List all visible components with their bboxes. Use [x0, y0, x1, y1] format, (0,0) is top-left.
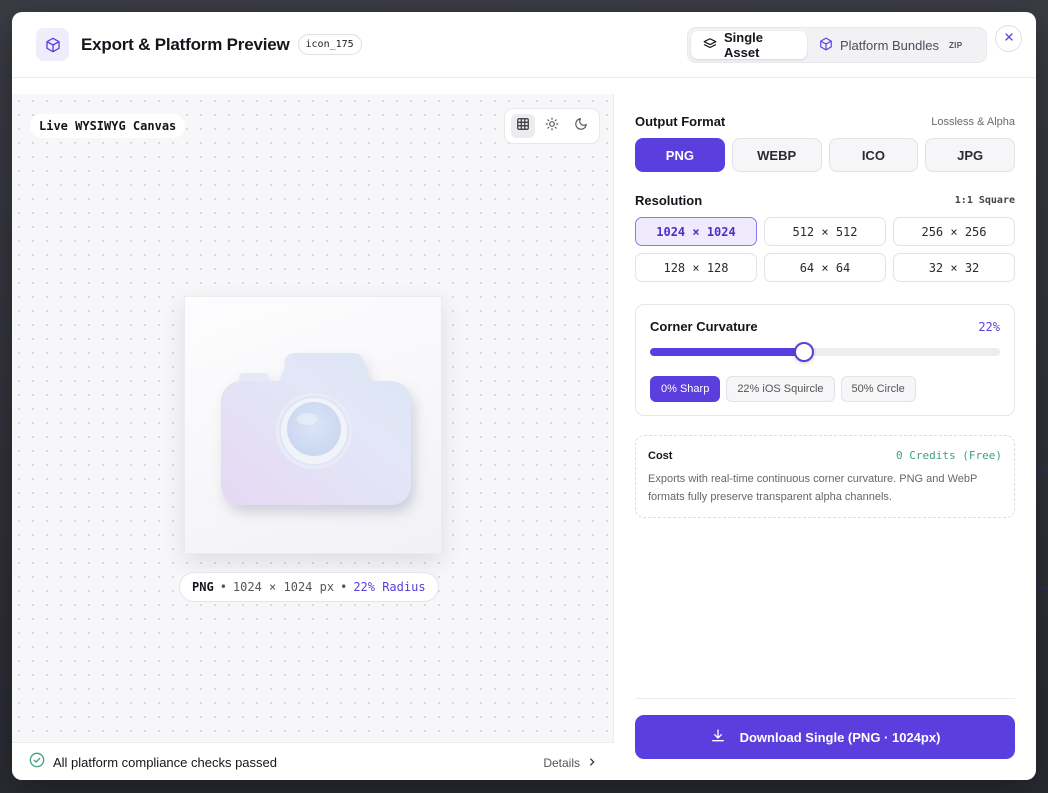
export-settings-panel: Output Format Lossless & Alpha PNG WEBP …: [635, 94, 1015, 774]
compliance-status-bar: All platform compliance checks passed De…: [12, 742, 614, 780]
tab-platform-bundles[interactable]: Platform Bundles ZIP: [807, 31, 974, 59]
curvature-label: Corner Curvature: [650, 319, 758, 334]
cost-description: Exports with real-time continuous corner…: [648, 473, 978, 503]
resolution-label: Resolution: [635, 193, 703, 208]
resolution-128-button[interactable]: 128 × 128: [635, 253, 757, 282]
modal-header: Export & Platform Preview icon_175 Singl…: [12, 12, 1036, 78]
curvature-header: Corner Curvature 22%: [650, 319, 1000, 334]
preset-squircle-button[interactable]: 22% iOS Squircle: [726, 376, 835, 402]
export-mode-tabs: Single Asset Platform Bundles ZIP: [687, 27, 987, 63]
meta-separator: •: [219, 580, 227, 594]
camera-icon: [221, 353, 411, 505]
cost-label: Cost: [648, 449, 673, 462]
resolution-256-button[interactable]: 256 × 256: [893, 217, 1015, 246]
cube-logo-icon: [36, 28, 69, 61]
format-ico-button[interactable]: ICO: [828, 138, 919, 172]
moon-icon: [574, 117, 588, 136]
resolution-hint: 1:1 Square: [954, 195, 1015, 206]
chevron-right-icon: [587, 756, 597, 770]
resolution-64-button[interactable]: 64 × 64: [764, 253, 886, 282]
download-label: Download Single (PNG · 1024px): [739, 729, 941, 745]
download-icon: [710, 728, 726, 747]
resolution-header: Resolution 1:1 Square: [635, 193, 1015, 208]
resolution-512-button[interactable]: 512 × 512: [764, 217, 886, 246]
preview-canvas: Live WYSIWYG Canvas PNG • 1024 × 1024 px…: [12, 94, 614, 780]
curvature-value: 22%: [978, 319, 1000, 334]
check-circle-icon: [29, 752, 45, 773]
cost-value: 0 Credits (Free): [896, 449, 1002, 462]
modal-title: Export & Platform Preview: [81, 34, 290, 54]
close-button[interactable]: [995, 25, 1022, 52]
grid-icon: [516, 117, 530, 136]
cost-card: Cost 0 Credits (Free) Exports with real-…: [635, 435, 1015, 518]
cube-icon: [819, 37, 833, 54]
divider: [635, 698, 1015, 699]
details-label: Details: [543, 755, 580, 770]
output-format-hint: Lossless & Alpha: [931, 115, 1015, 128]
meta-separator: •: [340, 580, 348, 594]
corner-curvature-card: Corner Curvature 22% 0% Sharp 22% iOS Sq…: [635, 304, 1015, 416]
curvature-slider-fill: [650, 348, 804, 356]
curvature-slider[interactable]: [650, 342, 1000, 362]
output-format-label: Output Format: [635, 114, 726, 129]
curvature-slider-thumb[interactable]: [794, 342, 814, 362]
canvas-label: Live WYSIWYG Canvas: [30, 114, 186, 138]
preview-meta: PNG • 1024 × 1024 px • 22% Radius: [179, 572, 439, 602]
cost-header: Cost 0 Credits (Free): [648, 449, 1002, 462]
format-webp-button[interactable]: WEBP: [731, 138, 822, 172]
sun-icon: [545, 117, 559, 136]
compliance-status-text: All platform compliance checks passed: [53, 755, 277, 770]
zip-badge: ZIP: [949, 40, 963, 50]
download-button[interactable]: Download Single (PNG · 1024px): [635, 715, 1015, 759]
light-background-button[interactable]: [540, 114, 564, 138]
close-icon: [1003, 30, 1015, 48]
preset-circle-button[interactable]: 50% Circle: [840, 376, 916, 402]
format-selector: PNG WEBP ICO JPG: [635, 138, 1015, 172]
preview-format: PNG: [192, 580, 214, 594]
preview-radius: 22% Radius: [353, 580, 426, 594]
grid-background-button[interactable]: [511, 114, 536, 138]
resolution-32-button[interactable]: 32 × 32: [893, 253, 1015, 282]
format-jpg-button[interactable]: JPG: [925, 138, 1015, 172]
preview-size: 1024 × 1024 px: [232, 580, 335, 594]
resolution-1024-button[interactable]: 1024 × 1024: [635, 217, 757, 246]
canvas-background-toggle: [504, 108, 600, 144]
layers-icon: [703, 37, 717, 54]
dark-background-button[interactable]: [569, 114, 593, 138]
resolution-selector: 1024 × 1024 512 × 512 256 × 256 128 × 12…: [635, 217, 1015, 282]
output-format-header: Output Format Lossless & Alpha: [635, 114, 1015, 129]
preset-sharp-button[interactable]: 0% Sharp: [650, 376, 721, 402]
tab-single-asset-label: Single Asset: [724, 30, 764, 60]
asset-id-badge: icon_175: [297, 34, 362, 55]
export-modal: Export & Platform Preview icon_175 Singl…: [12, 12, 1036, 780]
icon-preview: [184, 296, 442, 554]
tab-platform-bundles-label: Platform Bundles: [840, 37, 939, 53]
details-link[interactable]: Details: [543, 756, 597, 770]
tab-single-asset[interactable]: Single Asset: [691, 30, 807, 60]
format-png-button[interactable]: PNG: [635, 138, 725, 172]
curvature-presets: 0% Sharp 22% iOS Squircle 50% Circle: [650, 376, 1000, 402]
